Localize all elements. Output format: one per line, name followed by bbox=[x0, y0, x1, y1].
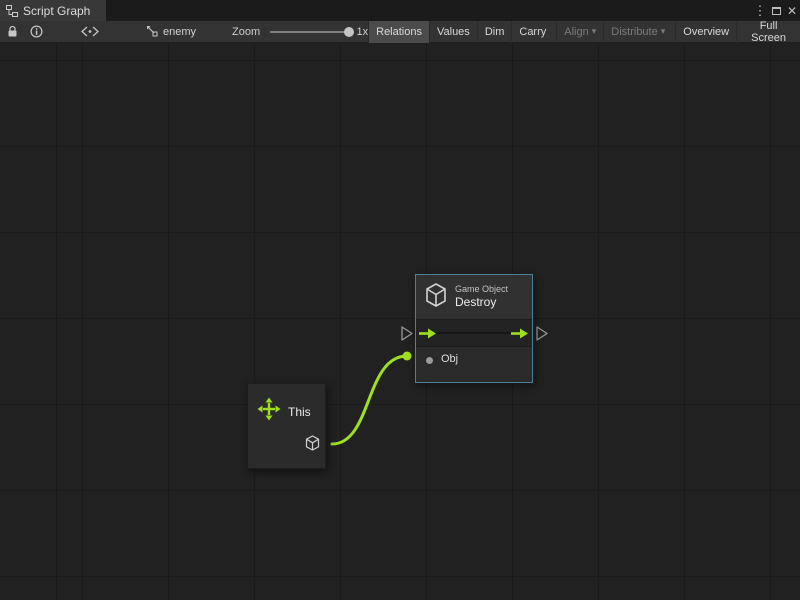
distribute-button-label: Distribute bbox=[611, 26, 657, 38]
maximize-icon[interactable] bbox=[768, 0, 784, 21]
fullscreen-button[interactable]: Full Screen bbox=[736, 21, 800, 43]
flow-output-port[interactable] bbox=[537, 327, 547, 340]
node-destroy[interactable]: Game Object Destroy bbox=[415, 274, 533, 383]
gameobject-output-port[interactable] bbox=[305, 435, 320, 451]
zoom-slider-track[interactable] bbox=[270, 31, 347, 33]
chevron-down-icon: ▾ bbox=[661, 26, 666, 37]
chevron-down-icon: ▾ bbox=[592, 26, 597, 37]
node-title-label: Destroy bbox=[455, 295, 508, 310]
zoom-label: Zoom bbox=[232, 26, 260, 38]
script-graph-window: Script Graph ⋮ ✕ bbox=[0, 0, 800, 600]
node-category-label: Game Object bbox=[455, 284, 508, 295]
zoom-slider[interactable] bbox=[270, 26, 347, 38]
flow-input-port[interactable] bbox=[402, 327, 412, 340]
graph-canvas[interactable]: Game Object Destroy bbox=[0, 43, 800, 600]
script-graph-tab-icon bbox=[6, 5, 18, 17]
graph-name-label: enemy bbox=[163, 26, 196, 38]
code-view-icon[interactable] bbox=[77, 21, 103, 42]
zoom-value: 1x bbox=[357, 26, 369, 38]
graph-asset-icon bbox=[145, 24, 158, 40]
align-button-label: Align bbox=[564, 26, 588, 38]
close-icon[interactable]: ✕ bbox=[784, 0, 800, 21]
lock-icon[interactable] bbox=[3, 21, 22, 42]
this-move-icon bbox=[257, 397, 281, 426]
distribute-button[interactable]: Distribute ▾ bbox=[603, 21, 672, 43]
flow-in-arrow-icon bbox=[419, 327, 437, 345]
value-connection-wire[interactable] bbox=[332, 356, 407, 444]
flow-out-arrow-icon bbox=[511, 327, 529, 345]
window-menu-icon[interactable]: ⋮ bbox=[752, 0, 768, 21]
values-button[interactable]: Values bbox=[429, 21, 477, 43]
tab-title: Script Graph bbox=[23, 4, 90, 18]
relation-line bbox=[431, 332, 517, 334]
graph-toolbar: enemy Zoom 1x Relations Values Dim Carry… bbox=[0, 21, 800, 43]
graph-breadcrumb[interactable]: enemy bbox=[145, 24, 196, 40]
zoom-slider-handle[interactable] bbox=[344, 27, 354, 37]
obj-port-label: Obj bbox=[441, 353, 458, 365]
info-icon[interactable] bbox=[26, 21, 47, 42]
tab-script-graph[interactable]: Script Graph bbox=[0, 0, 106, 21]
dim-button[interactable]: Dim bbox=[477, 21, 512, 43]
game-object-cube-icon bbox=[424, 282, 448, 313]
titlebar-spacer bbox=[106, 0, 752, 21]
node-obj-row: Obj bbox=[416, 347, 532, 382]
overview-button[interactable]: Overview bbox=[675, 21, 736, 43]
carry-button[interactable]: Carry bbox=[511, 21, 553, 43]
align-button[interactable]: Align ▾ bbox=[556, 21, 603, 43]
obj-input-port[interactable] bbox=[426, 357, 433, 364]
connection-layer bbox=[0, 43, 800, 600]
node-title-label: This bbox=[288, 405, 311, 419]
node-destroy-header[interactable]: Game Object Destroy bbox=[416, 275, 532, 320]
connection-endpoint-dot[interactable] bbox=[403, 352, 412, 361]
node-this[interactable]: This bbox=[247, 383, 326, 469]
relations-button[interactable]: Relations bbox=[368, 21, 429, 43]
title-bar: Script Graph ⋮ ✕ bbox=[0, 0, 800, 21]
node-flow-row bbox=[416, 320, 532, 347]
